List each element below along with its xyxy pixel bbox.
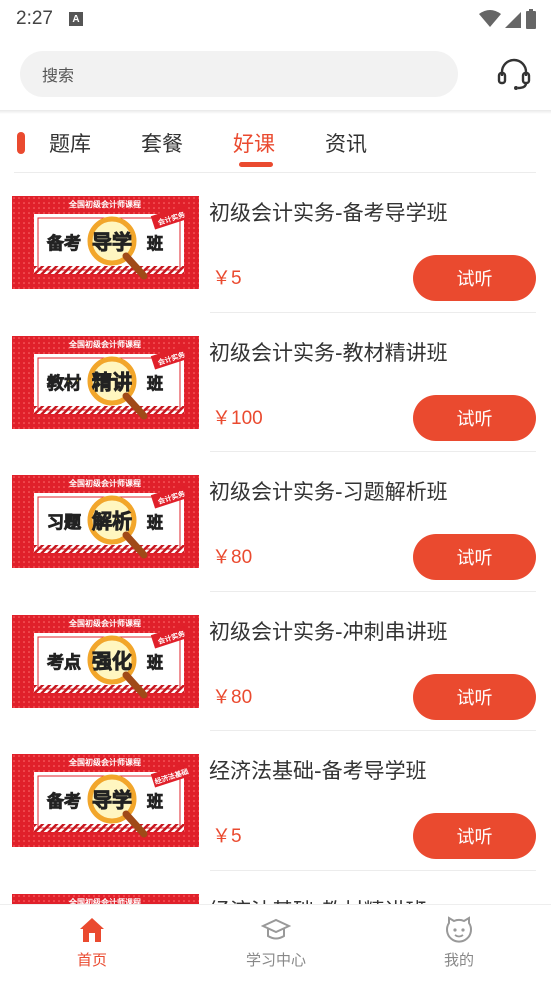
course-item[interactable]: 全国初级会计师课程 经济法基础 备考 导学班经济法基础-备考导学班 ￥5 试听 [0, 731, 551, 871]
thumb-header-text: 全国初级会计师课程 [68, 339, 141, 349]
course-title[interactable]: 经济法基础-教材精讲班 [209, 895, 427, 905]
thumb-right-text: 班 [147, 234, 163, 253]
trial-listen-button[interactable]: 试听 [413, 255, 536, 301]
course-title[interactable]: 初级会计实务-冲刺串讲班 [209, 616, 448, 646]
thumb-center-text: 精讲 [92, 370, 132, 394]
course-price: ￥5 [212, 826, 242, 847]
thumb-center-text: 强化 [92, 649, 132, 673]
search-input[interactable]: 搜索 [20, 51, 458, 97]
status-bar: 2:27 A [0, 0, 551, 38]
course-item[interactable]: 全国初级会计师课程 经济法基础-教材精讲班 [0, 871, 551, 905]
battery-icon [526, 9, 536, 29]
tab-packages[interactable]: 套餐 [141, 128, 183, 158]
thumb-header-text: 全国初级会计师课程 [68, 199, 141, 209]
course-item[interactable]: 全国初级会计师课程 会计实务 备考 导学班初级会计实务-备考导学班 ￥5 试听 [0, 173, 551, 313]
status-time: 2:27 [16, 8, 53, 29]
thumb-left-text: 教材 [46, 373, 81, 394]
search-placeholder: 搜索 [42, 66, 75, 85]
graduation-cap-icon [261, 918, 291, 940]
course-title[interactable]: 初级会计实务-备考导学班 [209, 197, 448, 227]
cell-signal-icon [505, 12, 521, 28]
headset-support-icon[interactable] [496, 56, 532, 92]
course-thumbnail[interactable]: 全国初级会计师课程会计实务习题 解析班 [12, 475, 199, 568]
tab-good-courses[interactable]: 好课 [233, 128, 275, 158]
course-title[interactable]: 初级会计实务-习题解析班 [209, 476, 448, 506]
thumb-center-text: 导学 [92, 788, 132, 812]
course-item[interactable]: 全国初级会计师课程 会计实务 考点 强化班初级会计实务-冲刺串讲班 ￥80 试听 [0, 592, 551, 731]
thumb-right-text: 班 [147, 792, 163, 811]
active-tab-underline [239, 162, 273, 167]
thumb-header-text: 全国初级会计师课程 [68, 478, 141, 488]
category-tabs: 题库 套餐 好课 资讯 [0, 114, 551, 172]
thumb-left-text: 习题 [47, 513, 82, 533]
course-thumbnail[interactable]: 全国初级会计师课程 [12, 893, 199, 905]
course-list: 全国初级会计师课程 会计实务 备考 导学班初级会计实务-备考导学班 ￥5 试听 全国初级会计… [0, 173, 551, 904]
course-price: ￥80 [212, 686, 253, 708]
thumb-left-text: 考点 [46, 652, 81, 673]
thumb-left-text: 备考 [46, 233, 81, 254]
status-icons [479, 9, 537, 29]
thumb-header-text: 全国初级会计师课程 [68, 897, 141, 905]
trial-listen-button[interactable]: 试听 [413, 673, 536, 720]
thumb-center-text: 解析 [92, 509, 132, 533]
nav-home-label: 首页 [76, 951, 107, 969]
nav-learning-center-label: 学习中心 [245, 951, 306, 969]
tab-indicator-bar [17, 132, 25, 154]
nav-learning-center[interactable]: 学习中心 [216, 915, 336, 970]
thumb-header-text: 全国初级会计师课程 [68, 618, 141, 628]
course-price: ￥5 [212, 268, 242, 289]
nav-mine[interactable]: 我的 [399, 915, 519, 970]
bottom-nav: 首页 学习中心 我的 [0, 904, 551, 981]
notification-a-icon: A [68, 12, 83, 26]
course-thumbnail[interactable]: 全国初级会计师课程会计实务教材 精讲班 [12, 335, 199, 429]
wifi-icon [479, 10, 501, 27]
nav-home[interactable]: 首页 [32, 915, 152, 970]
course-thumbnail[interactable]: 全国初级会计师课程经济法基础备考 导学班 [12, 754, 199, 847]
thumb-header-text: 全国初级会计师课程 [68, 757, 141, 767]
course-price: ￥100 [212, 407, 263, 429]
trial-listen-button[interactable]: 试听 [413, 813, 536, 859]
thumb-right-text: 班 [147, 374, 163, 393]
home-icon [80, 918, 104, 942]
course-thumbnail[interactable]: 全国初级会计师课程会计实务备考 导学班 [12, 196, 199, 289]
course-title[interactable]: 经济法基础-备考导学班 [209, 755, 427, 785]
trial-listen-button[interactable]: 试听 [413, 394, 536, 441]
tab-question-bank[interactable]: 题库 [49, 128, 91, 158]
tab-news[interactable]: 资讯 [325, 128, 367, 158]
course-price: ￥80 [212, 547, 253, 568]
profile-face-icon [446, 916, 472, 943]
thumb-right-text: 班 [147, 653, 163, 672]
course-item[interactable]: 全国初级会计师课程 会计实务 教材 精讲班初级会计实务-教材精讲班 ￥100 试听 [0, 313, 551, 452]
course-item[interactable]: 全国初级会计师课程 会计实务 习题 解析班初级会计实务-习题解析班 ￥80 试听 [0, 452, 551, 592]
thumb-right-text: 班 [147, 513, 163, 532]
nav-mine-label: 我的 [443, 951, 474, 969]
course-thumbnail[interactable]: 全国初级会计师课程会计实务考点 强化班 [12, 614, 199, 708]
search-row: 搜索 [0, 38, 551, 110]
thumb-center-text: 导学 [92, 230, 132, 254]
thumb-left-text: 备考 [46, 791, 81, 812]
trial-listen-button[interactable]: 试听 [413, 534, 536, 580]
course-title[interactable]: 初级会计实务-教材精讲班 [209, 337, 448, 367]
